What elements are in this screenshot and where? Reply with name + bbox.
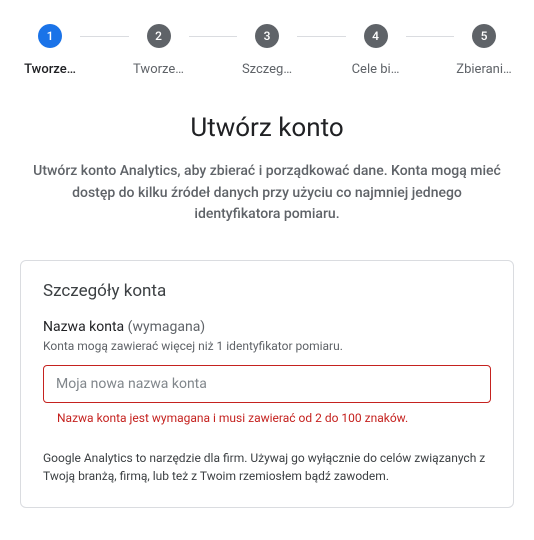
stepper: 1 Tworze… 2 Tworze… 3 Szczeg… 4 Cele bi…… [0, 0, 534, 77]
account-name-error: Nazwa konta jest wymagana i musi zawiera… [57, 411, 491, 425]
field-required-text: (wymagana) [128, 319, 206, 335]
field-label-text: Nazwa konta [43, 319, 124, 335]
card-title: Szczegóły konta [43, 281, 491, 301]
step-line [80, 36, 129, 37]
disclaimer-text: Google Analytics to narzędzie dla firm. … [43, 449, 491, 485]
account-name-label: Nazwa konta (wymagana) [43, 319, 491, 335]
step-2-label: Tworze… [133, 62, 184, 77]
main-content: Utwórz konto Utwórz konto Analytics, aby… [0, 77, 534, 226]
step-4-label: Cele bi… [352, 62, 400, 77]
step-5-label: Zbierani… [456, 62, 511, 77]
account-details-card: Szczegóły konta Nazwa konta (wymagana) K… [20, 260, 514, 508]
step-1-circle: 1 [38, 24, 62, 48]
step-2[interactable]: 2 Tworze… [129, 24, 189, 77]
step-1[interactable]: 1 Tworze… [20, 24, 80, 77]
step-4-circle: 4 [364, 24, 388, 48]
page-subtitle: Utwórz konto Analytics, aby zbierać i po… [28, 161, 506, 226]
step-line [406, 36, 455, 37]
step-3-label: Szczeg… [242, 62, 292, 77]
step-line [297, 36, 346, 37]
account-name-input[interactable] [43, 365, 491, 403]
step-3[interactable]: 3 Szczeg… [237, 24, 297, 77]
account-name-hint: Konta mogą zawierać więcej niż 1 identyf… [43, 339, 491, 353]
step-4[interactable]: 4 Cele bi… [346, 24, 406, 77]
page-title: Utwórz konto [28, 113, 506, 143]
step-5[interactable]: 5 Zbierani… [454, 24, 514, 77]
step-2-circle: 2 [147, 24, 171, 48]
step-3-circle: 3 [255, 24, 279, 48]
step-1-label: Tworze… [24, 62, 76, 77]
step-line [189, 36, 238, 37]
step-5-circle: 5 [472, 24, 496, 48]
